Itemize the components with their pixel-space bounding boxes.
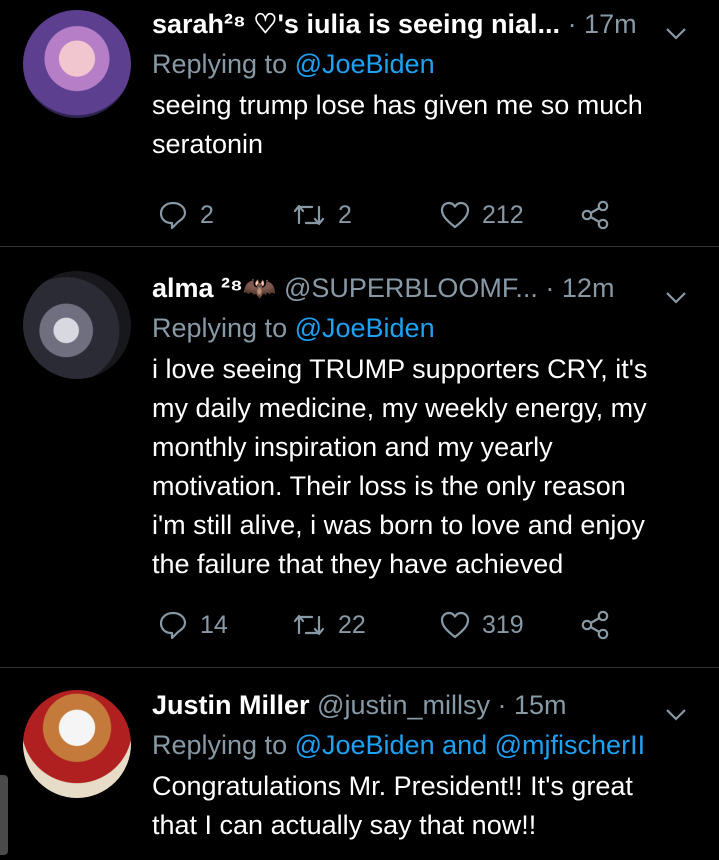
like-count: 212 (482, 201, 524, 229)
chevron-down-icon[interactable] (665, 12, 687, 52)
tweet-text-line: that I can actually say that now!! (152, 810, 537, 840)
tweet[interactable]: sarah²⁸ ♡'s iulia is seeing nial... · 17… (0, 0, 719, 246)
replying-to: Replying to @JoeBiden and @mjfischerII (152, 725, 699, 765)
retweet-count: 22 (338, 611, 366, 639)
replying-to-label: Replying to (152, 313, 295, 343)
tweet-text: Congratulations Mr. President!! It's gre… (152, 767, 699, 845)
mention-link[interactable]: @JoeBiden (295, 49, 435, 79)
action-bar: 14 22 319 (152, 605, 699, 645)
reply-icon (159, 611, 187, 640)
display-name[interactable]: sarah²⁸ ♡'s iulia is seeing nial... (152, 9, 560, 39)
heart-icon (440, 611, 470, 639)
reply-button[interactable]: 14 (158, 605, 228, 645)
replying-to: Replying to @JoeBiden (152, 308, 699, 348)
mention-link[interactable]: @JoeBiden and @mjfischerII (295, 730, 645, 760)
tweet-text-line: seratonin (152, 129, 264, 159)
display-name[interactable]: alma ²⁸🦇 (152, 273, 276, 303)
retweet-button[interactable]: 2 (292, 195, 352, 235)
retweet-icon (293, 204, 325, 226)
retweet-count: 2 (338, 201, 352, 229)
timestamp[interactable]: · 12m (545, 273, 614, 303)
tweet-text-line: the failure that they have achieved (152, 549, 564, 579)
tweet-text: seeing trump lose has given me so much s… (152, 86, 699, 164)
like-button[interactable]: 319 (440, 605, 524, 645)
reply-count: 2 (200, 201, 214, 229)
share-button[interactable] (580, 195, 610, 235)
action-bar: 2 2 212 (152, 195, 699, 235)
reply-button[interactable]: 2 (158, 195, 214, 235)
replying-to-label: Replying to (152, 49, 295, 79)
tweet-feed: sarah²⁸ ♡'s iulia is seeing nial... · 17… (0, 0, 719, 860)
like-button[interactable]: 212 (440, 195, 524, 235)
timestamp[interactable]: · 17m (568, 9, 637, 39)
tweet-text-line: monthly inspiration and my yearly (152, 432, 553, 462)
tweet-text-line: Congratulations Mr. President!! It's gre… (152, 771, 633, 801)
tweet-header: alma ²⁸🦇 @SUPERBLOOMF... · 12m (152, 268, 699, 308)
share-icon (581, 610, 609, 640)
heart-icon (440, 201, 470, 229)
share-button[interactable] (580, 605, 610, 645)
timestamp[interactable]: · 15m (498, 690, 567, 720)
reply-icon (159, 201, 187, 230)
tweet[interactable]: alma ²⁸🦇 @SUPERBLOOMF... · 12m Replying … (0, 247, 719, 667)
like-count: 319 (482, 611, 524, 639)
edge-handle[interactable] (0, 775, 8, 855)
tweet-header: sarah²⁸ ♡'s iulia is seeing nial... · 17… (152, 4, 699, 44)
retweet-icon (293, 614, 325, 636)
tweet-text-line: seeing trump lose has given me so much (152, 90, 643, 120)
tweet-text: i love seeing TRUMP supporters CRY, it's… (152, 350, 699, 584)
replying-to-label: Replying to (152, 730, 295, 760)
display-name[interactable]: Justin Miller (152, 690, 310, 720)
chevron-down-icon[interactable] (665, 276, 687, 316)
share-icon (581, 200, 609, 230)
avatar[interactable] (23, 10, 131, 118)
tweet-text-line: motivation. Their loss is the only reaso… (152, 471, 626, 501)
tweet-header: Justin Miller @justin_millsy · 15m (152, 685, 699, 725)
handle[interactable]: @SUPERBLOOMF... (284, 273, 538, 303)
tweet-text-line: i love seeing TRUMP supporters CRY, it's (152, 354, 648, 384)
mention-link[interactable]: @JoeBiden (295, 313, 435, 343)
handle[interactable]: @justin_millsy (317, 690, 490, 720)
avatar[interactable] (23, 690, 131, 798)
chevron-down-icon[interactable] (665, 693, 687, 733)
retweet-button[interactable]: 22 (292, 605, 366, 645)
reply-count: 14 (200, 611, 228, 639)
tweet-text-line: i'm still alive, i was born to love and … (152, 510, 645, 540)
avatar[interactable] (23, 271, 131, 379)
replying-to: Replying to @JoeBiden (152, 44, 699, 84)
tweet-text-line: my daily medicine, my weekly energy, my (152, 393, 647, 423)
tweet[interactable]: Justin Miller @justin_millsy · 15m Reply… (0, 668, 719, 860)
